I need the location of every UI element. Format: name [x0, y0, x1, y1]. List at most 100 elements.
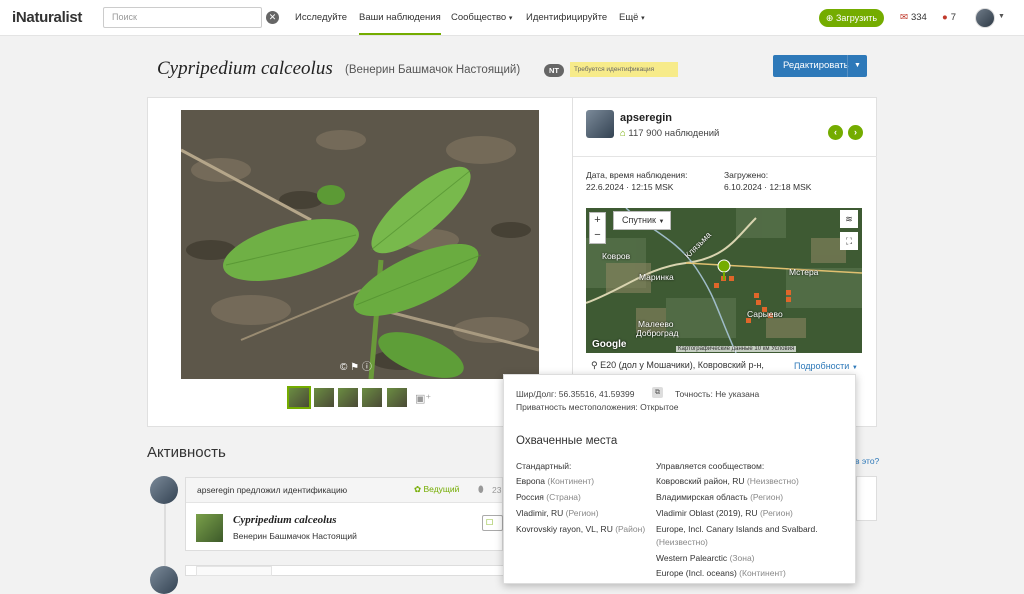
nav-your-observations[interactable]: Ваши наблюдения — [359, 12, 441, 35]
top-navigation-bar: iNaturalist Поиск ✕ Исследуйте Ваши набл… — [0, 0, 1024, 36]
activity-timeline — [164, 504, 166, 566]
map-label: Маринка — [639, 272, 674, 282]
community-place-item[interactable]: Владимирская область (Регион) — [656, 492, 783, 502]
observation-photo[interactable] — [181, 110, 539, 379]
inaturalist-logo[interactable]: iNaturalist — [12, 9, 82, 26]
leaf-icon: ✿ — [414, 484, 422, 494]
activity-user-avatar[interactable] — [150, 476, 178, 504]
google-logo: Google — [592, 339, 627, 350]
notifications-badge[interactable]: ● 7 — [942, 12, 956, 23]
map-marker-icon: ⚲ — [591, 360, 598, 370]
map-label: Сарыево — [747, 309, 783, 319]
map-label: Мстера — [789, 267, 819, 277]
next-activity-header — [196, 566, 272, 576]
observed-date-value[interactable]: 22.6.2024 · 12:15 MSK — [586, 182, 673, 192]
upload-button[interactable]: ⊕ Загрузить — [819, 9, 884, 27]
search-input[interactable]: Поиск — [103, 7, 262, 28]
observed-date-label: Дата, время наблюдения: — [586, 170, 688, 180]
standard-place-item[interactable]: Vladimir, RU (Регион) — [516, 508, 599, 518]
nav-more[interactable]: Ещё ▾ — [619, 12, 645, 23]
conservation-status-badge[interactable]: NT — [544, 64, 564, 77]
uploaded-date-label: Загружено: — [724, 170, 769, 180]
community-place-item[interactable]: Europe, Incl. Canary Islands and Svalbar… — [656, 524, 818, 534]
map-zoom-control[interactable]: + − — [589, 212, 606, 244]
messages-badge[interactable]: ✉ 334 — [900, 12, 927, 23]
agree-button[interactable]: ☐ — [482, 515, 503, 531]
chevron-down-icon: ▾ — [508, 15, 513, 22]
leading-label: ✿ Ведущий — [414, 484, 460, 494]
layers-icon[interactable]: ≋ — [840, 210, 858, 228]
envelope-icon: ✉ — [900, 12, 908, 23]
card-divider — [572, 97, 573, 377]
standard-place-item[interactable]: Россия (Страна) — [516, 492, 581, 502]
upload-icon: ⊕ — [825, 13, 834, 23]
community-places-heading: Управляется сообществом: — [656, 461, 765, 471]
observer-count[interactable]: ⌂ 117 900 наблюдений — [620, 128, 719, 139]
identification-scientific-name[interactable]: Cypripedium calceolus — [233, 514, 337, 526]
photo-thumbnail-5[interactable] — [387, 388, 407, 407]
map-type-select[interactable]: Спутник ▼ — [613, 211, 671, 230]
nav-explore[interactable]: Исследуйте — [295, 12, 347, 23]
community-place-item: (Неизвестно) — [656, 537, 708, 547]
observer-name[interactable]: apseregin — [620, 112, 672, 124]
coordinates-text: Шир/Долг: 56.35516, 41.59399 — [516, 389, 635, 399]
map-label: Доброград — [636, 328, 679, 338]
standard-places-heading: Стандартный: — [516, 461, 572, 471]
location-privacy-text: Приватность местоположения: Открытое — [516, 402, 679, 412]
binoculars-icon: ⌂ — [620, 128, 626, 139]
identification-user-text: apseregin предложил идентификацию — [197, 485, 348, 495]
details-link[interactable]: Подробности ▼ — [794, 361, 858, 371]
photo-thumbnail-1[interactable] — [287, 386, 311, 409]
user-avatar[interactable] — [975, 8, 995, 28]
clear-search-icon[interactable]: ✕ — [266, 11, 279, 24]
help-link[interactable]: в это? — [855, 456, 879, 466]
license-icon[interactable]: © — [340, 362, 347, 373]
nav-community[interactable]: Сообщество ▾ — [451, 12, 512, 23]
activity-user-avatar[interactable] — [150, 566, 178, 594]
pin-icon[interactable]: ⬮ — [478, 484, 484, 495]
copy-icon[interactable]: ⧉ — [652, 387, 663, 398]
activity-heading: Активность — [147, 444, 226, 461]
standard-place-item[interactable]: Европа (Континент) — [516, 476, 594, 486]
observation-scientific-name[interactable]: Cypripedium calceolus — [157, 58, 333, 80]
identification-common-name: Венерин Башмачок Настоящий — [233, 531, 357, 541]
community-place-item[interactable]: Europe (Incl. oceans) (Континент) — [656, 568, 786, 578]
chevron-down-icon[interactable]: ▼ — [847, 55, 867, 77]
community-place-item[interactable]: Western Palearctic (Зона) — [656, 553, 755, 563]
info-icon[interactable]: ⓘ — [362, 362, 372, 373]
zoom-out-icon[interactable]: − — [590, 228, 605, 243]
edit-button[interactable]: Редактировать ▼ — [773, 55, 867, 77]
observation-common-name: (Венерин Башмачок Настоящий) — [345, 64, 521, 76]
identification-count: 23 — [492, 485, 502, 495]
previous-observation-button[interactable]: ‹ — [828, 125, 843, 140]
photo-thumbnail-3[interactable] — [338, 388, 358, 407]
uploaded-date-value: 6.10.2024 · 12:18 MSK — [724, 182, 812, 192]
map-attribution: Картографические данные 10 км Условия — [676, 346, 797, 352]
standard-place-item[interactable]: Kovrovskiy rayon, VL, RU (Район) — [516, 524, 645, 534]
nav-identify[interactable]: Идентифицируйте — [526, 12, 607, 23]
quality-grade-badge: Требуется идентификация — [570, 62, 678, 77]
accuracy-text: Точность: Не указана — [675, 389, 760, 399]
next-observation-button[interactable]: › — [848, 125, 863, 140]
community-place-item[interactable]: Ковровский район, RU (Неизвестно) — [656, 476, 799, 486]
map-label: Ковров — [602, 251, 631, 261]
zoom-in-icon[interactable]: + — [590, 213, 605, 228]
speech-bubble-icon: ● — [942, 12, 948, 23]
chevron-down-icon: ▼ — [851, 365, 858, 371]
chevron-down-icon[interactable]: ▼ — [998, 13, 1005, 20]
photo-thumbnail-2[interactable] — [314, 388, 334, 407]
flag-icon[interactable]: ⚑ — [350, 362, 359, 373]
section-divider — [573, 156, 877, 157]
observer-avatar[interactable] — [586, 110, 614, 138]
fullscreen-icon[interactable]: ⛶ — [840, 232, 858, 250]
taxon-image[interactable] — [196, 514, 223, 542]
places-heading: Охваченные места — [516, 435, 618, 447]
place-name: ⚲ E20 (дол у Мошачики), Ковровский р-н, — [591, 360, 764, 370]
chevron-down-icon: ▼ — [658, 219, 665, 225]
community-place-item[interactable]: Vladimir Oblast (2019), RU (Регион) — [656, 508, 793, 518]
chevron-down-icon: ▾ — [641, 15, 645, 22]
photo-thumbnail-4[interactable] — [362, 388, 382, 407]
side-panel — [856, 476, 877, 521]
add-photo-icon[interactable]: ▣⁺ — [415, 392, 431, 405]
check-icon: ☐ — [486, 518, 494, 527]
